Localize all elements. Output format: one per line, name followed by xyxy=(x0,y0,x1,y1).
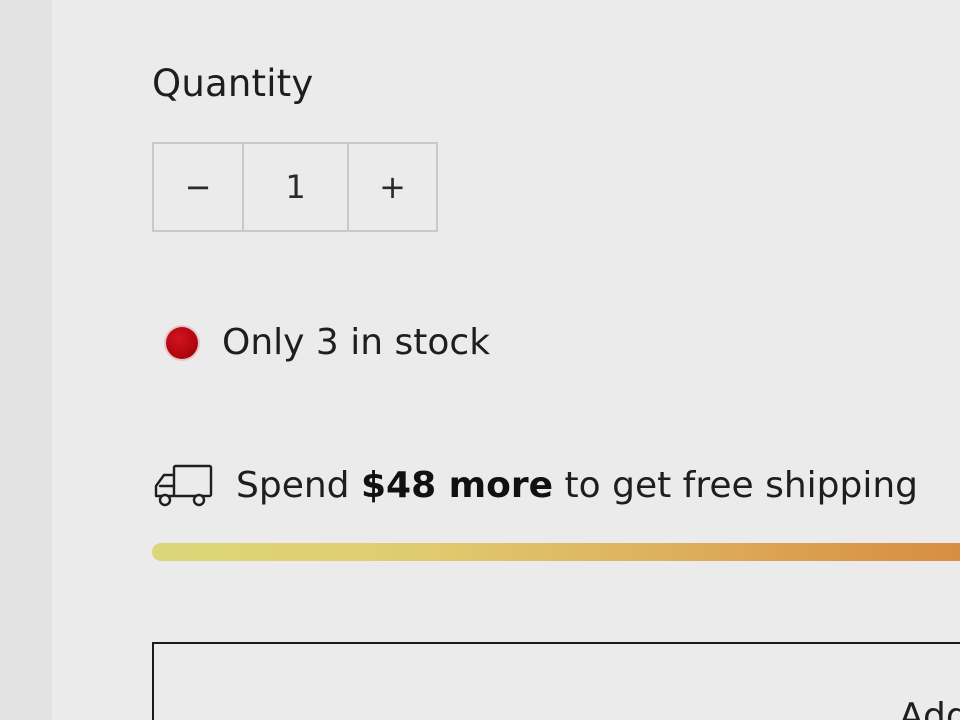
free-shipping-message: Spend $48 more to get free shipping xyxy=(152,462,918,508)
stock-status: Only 3 in stock xyxy=(166,322,490,363)
add-to-cart-label: Add xyxy=(899,696,960,720)
shipping-text-suffix: to get free shipping xyxy=(553,464,919,506)
page-left-margin xyxy=(0,0,52,720)
free-shipping-progress-bar xyxy=(152,543,960,561)
shipping-amount-remaining: $48 more xyxy=(360,464,554,506)
product-form: Quantity − 1 + Only 3 in stock Spend $48… xyxy=(52,0,960,720)
add-to-cart-button[interactable]: Add xyxy=(152,642,960,720)
low-stock-dot-icon xyxy=(166,326,198,359)
quantity-stepper: − 1 + xyxy=(152,142,438,232)
increase-quantity-button[interactable]: + xyxy=(349,144,436,230)
free-shipping-text: Spend $48 more to get free shipping xyxy=(236,465,918,506)
stock-status-text: Only 3 in stock xyxy=(222,322,491,363)
decrease-quantity-button[interactable]: − xyxy=(154,144,244,230)
quantity-input[interactable]: 1 xyxy=(244,144,349,230)
free-shipping-progress-fill xyxy=(152,543,960,561)
shipping-text-prefix: Spend xyxy=(236,464,361,506)
truck-icon xyxy=(154,464,213,507)
quantity-label: Quantity xyxy=(152,62,314,105)
